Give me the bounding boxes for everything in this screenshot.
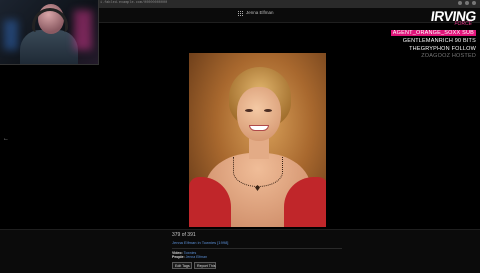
- photo-counter: 379 of 391: [172, 232, 196, 238]
- meta-label: People:: [172, 255, 185, 259]
- back-arrow-icon[interactable]: ←: [3, 136, 9, 142]
- streamer-webcam: [0, 0, 99, 65]
- browser-extension-icons: [458, 1, 476, 5]
- report-button[interactable]: Report This: [194, 262, 216, 269]
- extension-icon[interactable]: [472, 1, 476, 5]
- stream-overlay: IRVING FORCE AGENT_ORANGE_SOXX SUB GENTL…: [390, 6, 478, 59]
- meta-people-link[interactable]: Jenna Elfman: [186, 255, 207, 259]
- stream-alert: THEGRYPHON FOLLOW: [409, 46, 476, 52]
- album-title[interactable]: Jenna Elfman: [246, 10, 274, 15]
- extension-icon[interactable]: [465, 1, 469, 5]
- extension-icon[interactable]: [458, 1, 462, 5]
- photo-caption-link[interactable]: Jenna Elfman in Townies [1998]: [172, 240, 228, 245]
- edit-tags-button[interactable]: Edit Tags: [172, 262, 192, 269]
- gallery-photo[interactable]: [189, 53, 326, 227]
- stream-logo-sub: FORCE: [454, 21, 473, 27]
- divider: [172, 248, 342, 249]
- stream-alert: AGENT_ORANGE_SOXX SUB: [390, 30, 476, 36]
- stream-alert: GENTLEMANRICH 90 BITS: [402, 38, 476, 44]
- grid-icon[interactable]: [238, 11, 244, 17]
- meta-people: People: Jenna Elfman: [172, 255, 207, 259]
- stream-alert: ZOAGOOZ HOSTED: [421, 53, 476, 59]
- photo-info-panel: [0, 229, 480, 273]
- url-text[interactable]: i.fabled.example.com/00000000000: [100, 1, 167, 5]
